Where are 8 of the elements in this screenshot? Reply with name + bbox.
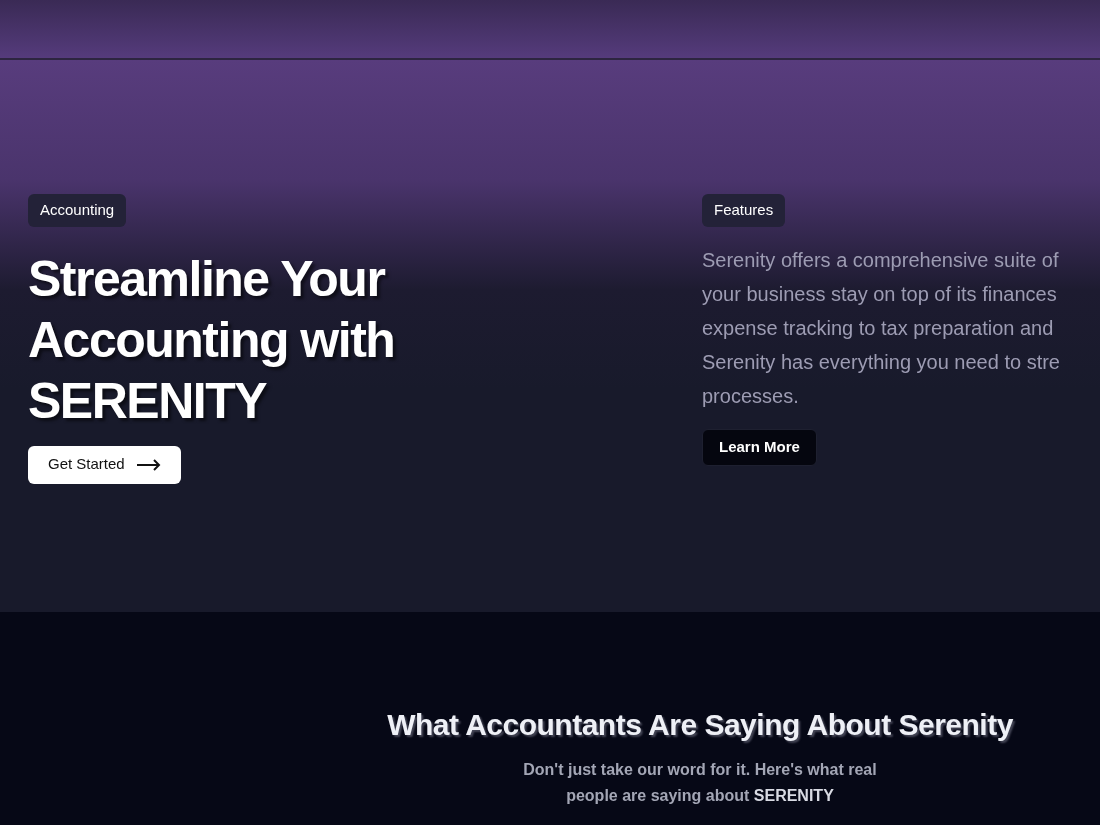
testimonials-subtitle: Don't just take our word for it. Here's what real people are saying about SERENITY (523, 760, 877, 806)
testimonials-heading: What Accountants Are Saying About Serenity (387, 707, 1013, 743)
get-started-button[interactable]: Get Started (28, 445, 181, 484)
learn-more-button[interactable]: Learn More (702, 428, 817, 466)
category-badge: Features (702, 194, 786, 227)
hero-heading: Streamline Your Accounting with SERENITY (28, 249, 395, 431)
features-description: Serenity offers a comprehensive suite of your business stay on top of its finances expense tracking to tax preparation and Serenity has everything you need to stre processes. (702, 247, 1060, 409)
category-badge: Accounting (28, 194, 127, 227)
